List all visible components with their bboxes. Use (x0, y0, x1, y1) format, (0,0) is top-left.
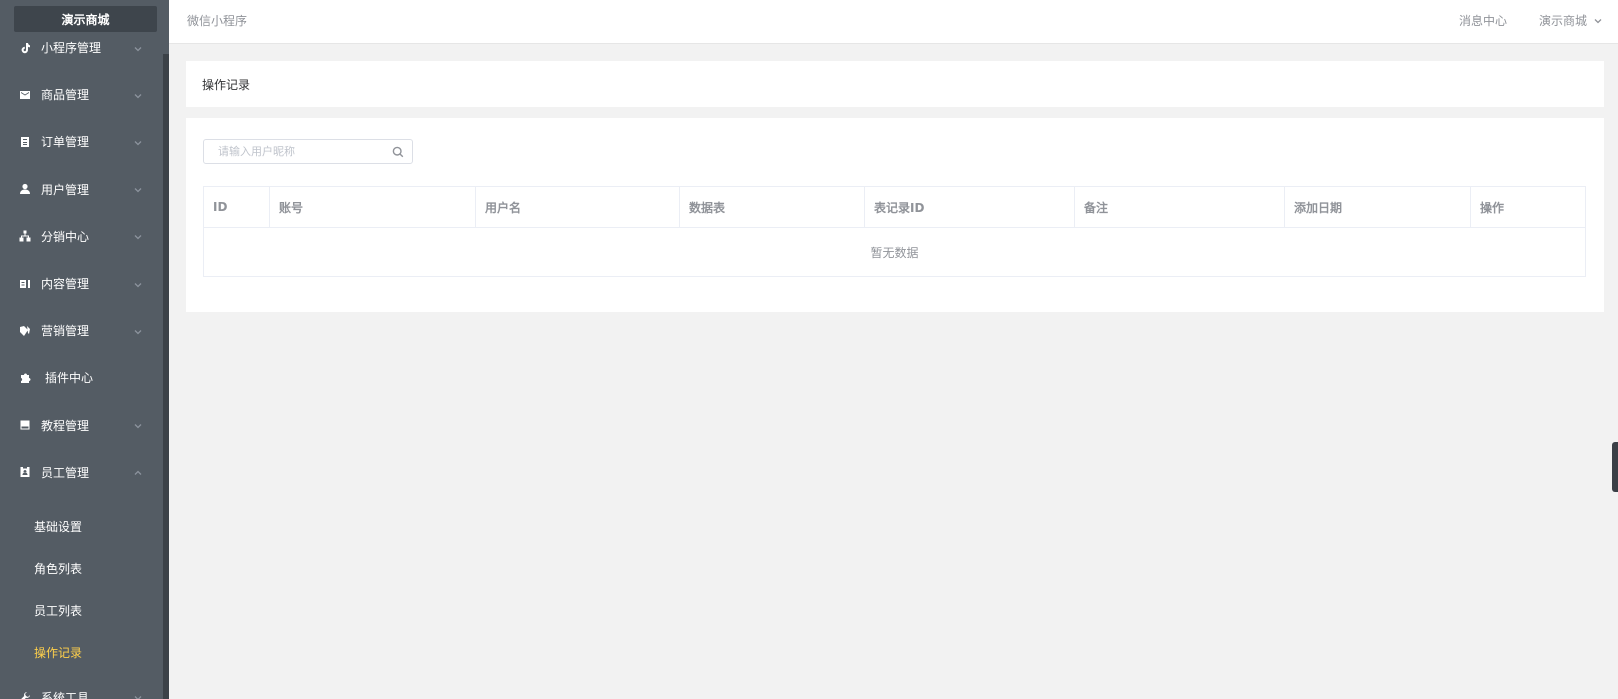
sidebar-item-orders[interactable]: 订单管理 (0, 118, 163, 165)
column-header-record-id: 表记录ID (865, 187, 1075, 227)
sidebar-item-products[interactable]: 商品管理 (0, 71, 163, 118)
user-icon (18, 182, 32, 196)
wrench-icon (18, 690, 32, 699)
chevron-down-icon (133, 137, 143, 147)
sidebar-item-tutorials[interactable]: 教程管理 (0, 402, 163, 449)
sidebar-item-plugins[interactable]: 插件中心 (0, 354, 163, 401)
column-header-username: 用户名 (476, 187, 680, 227)
column-header-id: ID (204, 187, 270, 227)
table-empty-text: 暂无数据 (870, 246, 919, 260)
brand-area: 演示商城 (0, 0, 169, 40)
chevron-down-icon (133, 43, 143, 53)
sidebar-item-label: 教程管理 (41, 418, 90, 433)
column-header-actions: 操作 (1480, 200, 1505, 215)
sidebar-item-marketing[interactable]: 营销管理 (0, 307, 163, 354)
sidebar-item-label: 小程序管理 (41, 41, 102, 56)
floating-side-tab[interactable] (1612, 442, 1618, 492)
chevron-down-icon (133, 231, 143, 241)
sitemap-icon (18, 229, 32, 243)
subitem-basic-settings[interactable]: 基础设置 (0, 506, 163, 548)
mail-icon (18, 88, 32, 102)
sidebar-item-label: 分销中心 (41, 229, 90, 244)
breadcrumb[interactable]: 微信小程序 (187, 12, 247, 29)
shop-name: 演示商城 (1539, 14, 1588, 28)
brand-logo[interactable]: 演示商城 (14, 6, 157, 32)
sidebar-item-distribution[interactable]: 分销中心 (0, 213, 163, 260)
search-input[interactable] (216, 144, 396, 159)
sidebar-scrollbar[interactable] (163, 54, 169, 699)
subitem-operation-log[interactable]: 操作记录 (0, 632, 163, 674)
tiktok-icon (18, 41, 32, 55)
sidebar-item-staff[interactable]: 员工管理 (0, 449, 163, 496)
chevron-down-icon (133, 326, 143, 336)
sidebar-item-label: 系统工具 (41, 690, 90, 699)
column-header-remark: 备注 (1075, 187, 1285, 227)
clipboard-icon (18, 135, 32, 149)
message-center-link[interactable]: 消息中心 (1459, 12, 1507, 29)
operation-log-table: ID 账号 用户名 数据表 表记录ID 备注 添加日期 操作 暂无数据 (203, 186, 1586, 277)
content-icon (18, 277, 32, 291)
table-header: ID 账号 用户名 数据表 表记录ID 备注 添加日期 操作 (204, 187, 1585, 228)
puzzle-icon (18, 371, 32, 385)
sidebar-item-label: 订单管理 (41, 135, 90, 150)
staff-submenu: 基础设置 角色列表 员工列表 操作记录 (0, 496, 163, 674)
chevron-up-icon (133, 467, 143, 477)
tags-icon (18, 324, 32, 338)
content-card: ID 账号 用户名 数据表 表记录ID 备注 添加日期 操作 暂无数据 (186, 118, 1604, 312)
top-header: 微信小程序 消息中心 演示商城 (169, 0, 1618, 44)
sidebar-item-label: 营销管理 (41, 324, 90, 339)
shop-dropdown[interactable]: 演示商城 (1539, 12, 1603, 29)
subitem-role-list[interactable]: 角色列表 (0, 548, 163, 590)
page-title-card: 操作记录 (186, 61, 1604, 107)
column-header-date-added: 添加日期 (1285, 187, 1471, 227)
chevron-down-icon (133, 692, 143, 699)
chevron-down-icon (1594, 18, 1602, 23)
sidebar-item-content[interactable]: 内容管理 (0, 260, 163, 307)
sidebar-item-label: 商品管理 (41, 88, 90, 103)
sidebar-menu: 小程序管理 商品管理 订单管理 用户管理 分销中心 内容管理 营销管理 插件中心… (0, 24, 163, 699)
sidebar-item-label: 员工管理 (41, 465, 90, 480)
column-header-data-table: 数据表 (680, 187, 865, 227)
sidebar-item-label: 内容管理 (41, 277, 90, 292)
subitem-staff-list[interactable]: 员工列表 (0, 590, 163, 632)
sidebar-item-users[interactable]: 用户管理 (0, 166, 163, 213)
sidebar-item-label: 用户管理 (41, 182, 90, 197)
chevron-down-icon (133, 420, 143, 430)
chevron-down-icon (133, 90, 143, 100)
page-title: 操作记录 (202, 77, 251, 92)
chevron-down-icon (133, 184, 143, 194)
id-badge-icon (18, 465, 32, 479)
search-box (203, 139, 413, 164)
book-icon (18, 418, 32, 432)
chevron-down-icon (133, 279, 143, 289)
column-header-account: 账号 (270, 187, 476, 227)
search-icon[interactable] (392, 146, 404, 158)
sidebar-item-label: 插件中心 (45, 371, 94, 386)
sidebar-item-system-tools[interactable]: 系统工具 (0, 674, 163, 699)
sidebar: 小程序管理 商品管理 订单管理 用户管理 分销中心 内容管理 营销管理 插件中心… (0, 0, 169, 699)
